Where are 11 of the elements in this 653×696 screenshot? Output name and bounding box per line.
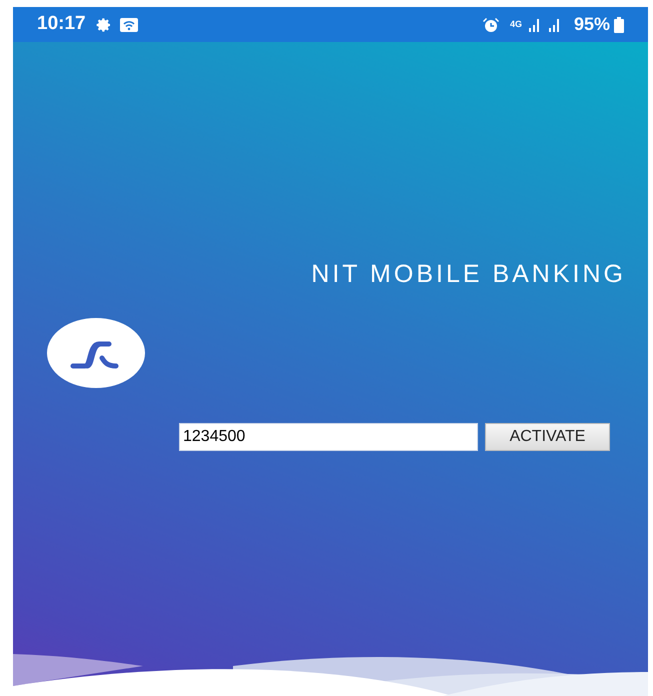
wifi-icon: [120, 16, 138, 32]
app-title: NIT MOBILE BANKING: [311, 259, 626, 290]
alarm-icon: [482, 16, 500, 32]
network-type: 4G: [510, 20, 522, 29]
battery-percentage: 95%: [574, 13, 610, 36]
activate-button[interactable]: ACTIVATE: [485, 422, 610, 450]
settings-icon: [96, 16, 112, 32]
clock: 10:17: [37, 12, 86, 36]
battery-icon: [614, 16, 624, 32]
logo-icon: [47, 318, 145, 388]
activation-code-field[interactable]: 1234500: [179, 422, 478, 450]
